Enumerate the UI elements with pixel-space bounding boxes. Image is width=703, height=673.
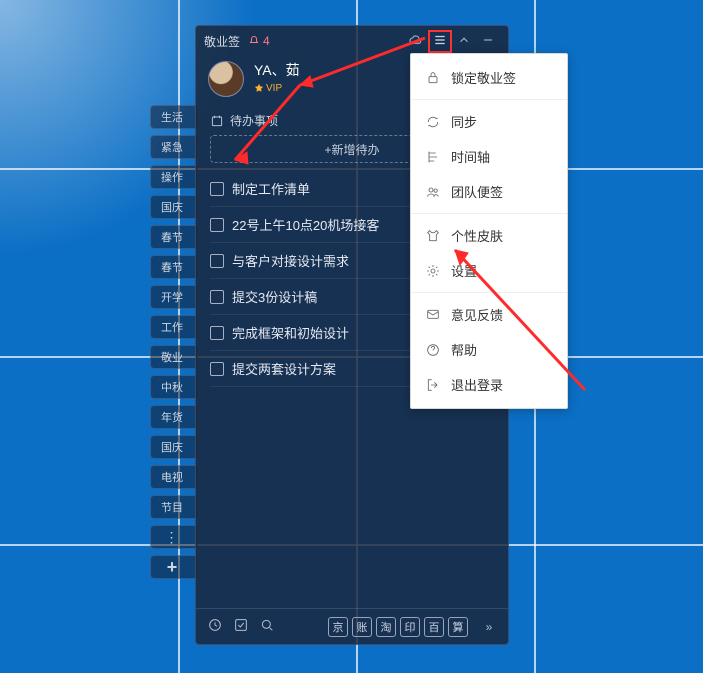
category-tab[interactable]: 节目 — [150, 495, 198, 519]
menu-icon[interactable] — [428, 30, 452, 53]
todo-text: 完成框架和初始设计 — [232, 323, 349, 342]
checkbox[interactable] — [210, 254, 224, 268]
todo-text: 与客户对接设计需求 — [232, 251, 349, 270]
clock-icon[interactable] — [206, 617, 224, 636]
category-tabs: 生活紧急操作国庆春节春节开学工作敬业中秋年货国庆电视节目⋮+ — [150, 105, 198, 579]
category-tab[interactable]: 生活 — [150, 105, 198, 129]
titlebar: 敬业签 4 — [196, 26, 508, 56]
checkbox[interactable] — [210, 290, 224, 304]
team-icon — [425, 184, 441, 200]
bottom-toolbar: 京账淘印百算 » — [196, 608, 508, 644]
notification-indicator[interactable]: 4 — [248, 34, 270, 48]
menu-logout[interactable]: 退出登录 — [411, 367, 567, 402]
pin-icon[interactable] — [452, 33, 476, 50]
skin-icon — [425, 228, 441, 244]
shortcut-chip[interactable]: 账 — [352, 617, 372, 637]
menu-feedback[interactable]: 意见反馈 — [411, 297, 567, 332]
shortcut-chip[interactable]: 印 — [400, 617, 420, 637]
cloud-sync-icon[interactable] — [404, 32, 428, 51]
category-tab[interactable]: 中秋 — [150, 375, 198, 399]
help-icon — [425, 342, 441, 358]
menu-sync[interactable]: 同步 — [411, 104, 567, 139]
checkbox[interactable] — [210, 326, 224, 340]
menu-lock[interactable]: 锁定敬业签 — [411, 60, 567, 95]
checkbox[interactable] — [210, 182, 224, 196]
menu-help[interactable]: 帮助 — [411, 332, 567, 367]
user-name: YA、茹 — [254, 60, 300, 80]
category-tab[interactable]: 紧急 — [150, 135, 198, 159]
timeline-icon — [425, 149, 441, 165]
sync-icon — [425, 114, 441, 130]
vip-badge: VIP — [254, 83, 282, 94]
shortcut-chip[interactable]: 百 — [424, 617, 444, 637]
shortcut-chip[interactable]: 淘 — [376, 617, 396, 637]
lock-icon — [425, 70, 441, 86]
category-tab[interactable]: 春节 — [150, 255, 198, 279]
gear-icon — [425, 263, 441, 279]
notification-count: 4 — [263, 34, 270, 48]
category-tab[interactable]: 操作 — [150, 165, 198, 189]
menu-skin[interactable]: 个性皮肤 — [411, 218, 567, 253]
todo-text: 提交两套设计方案 — [232, 359, 336, 378]
main-menu: 锁定敬业签 同步 时间轴 团队便签 个性皮肤 设置 意见反馈 帮助 退出登录 — [410, 53, 568, 409]
checkbox[interactable] — [210, 362, 224, 376]
category-tab[interactable]: 敬业 — [150, 345, 198, 369]
logout-icon — [425, 377, 441, 393]
avatar — [208, 61, 244, 97]
minimize-icon[interactable] — [476, 33, 500, 50]
feedback-icon — [425, 307, 441, 323]
shortcut-chip[interactable]: 京 — [328, 617, 348, 637]
search-icon[interactable] — [258, 617, 276, 636]
checkbox[interactable] — [210, 218, 224, 232]
menu-timeline[interactable]: 时间轴 — [411, 139, 567, 174]
menu-settings[interactable]: 设置 — [411, 253, 567, 288]
check-icon[interactable] — [232, 617, 250, 636]
expand-icon[interactable]: » — [480, 620, 498, 634]
category-tab[interactable]: 国庆 — [150, 435, 198, 459]
category-tab[interactable]: 春节 — [150, 225, 198, 249]
add-category-button[interactable]: + — [150, 555, 198, 579]
category-tab[interactable]: 年货 — [150, 405, 198, 429]
app-title: 敬业签 — [204, 33, 240, 50]
more-categories-icon[interactable]: ⋮ — [150, 525, 198, 549]
category-tab[interactable]: 国庆 — [150, 195, 198, 219]
menu-team[interactable]: 团队便签 — [411, 174, 567, 209]
category-tab[interactable]: 开学 — [150, 285, 198, 309]
todo-text: 22号上午10点20机场接客 — [232, 215, 379, 234]
todo-text: 制定工作清单 — [232, 179, 310, 198]
shortcut-chip[interactable]: 算 — [448, 617, 468, 637]
category-tab[interactable]: 电视 — [150, 465, 198, 489]
todo-text: 提交3份设计稿 — [232, 287, 317, 306]
category-tab[interactable]: 工作 — [150, 315, 198, 339]
